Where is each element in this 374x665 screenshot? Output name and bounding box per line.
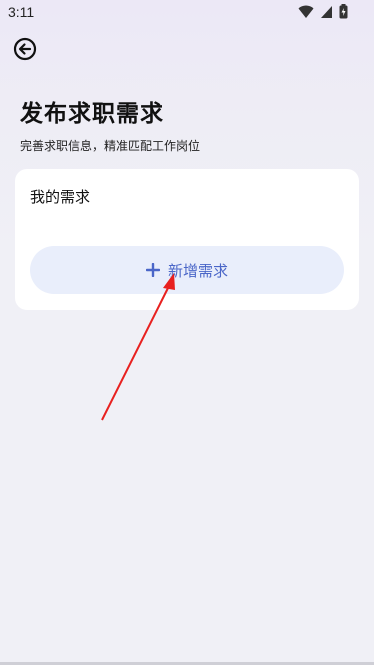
add-requirement-button[interactable]: 新增需求: [30, 246, 344, 294]
add-requirement-label: 新增需求: [167, 261, 228, 280]
page-subtitle: 完善求职信息，精准匹配工作岗位: [20, 139, 201, 153]
back-arrow-icon: [13, 37, 37, 61]
my-requirements-card: 我的需求 新增需求: [15, 169, 359, 310]
card-label: 我的需求: [30, 188, 91, 206]
status-icons: [298, 4, 348, 19]
status-time: 3:11: [8, 4, 35, 20]
status-bar: 3:11: [0, 0, 374, 26]
plus-icon: [145, 263, 160, 277]
signal-icon: [321, 5, 332, 18]
battery-icon: [339, 4, 348, 19]
page-title: 发布求职需求: [20, 101, 164, 127]
back-button[interactable]: [12, 36, 38, 62]
wifi-icon: [298, 5, 314, 18]
